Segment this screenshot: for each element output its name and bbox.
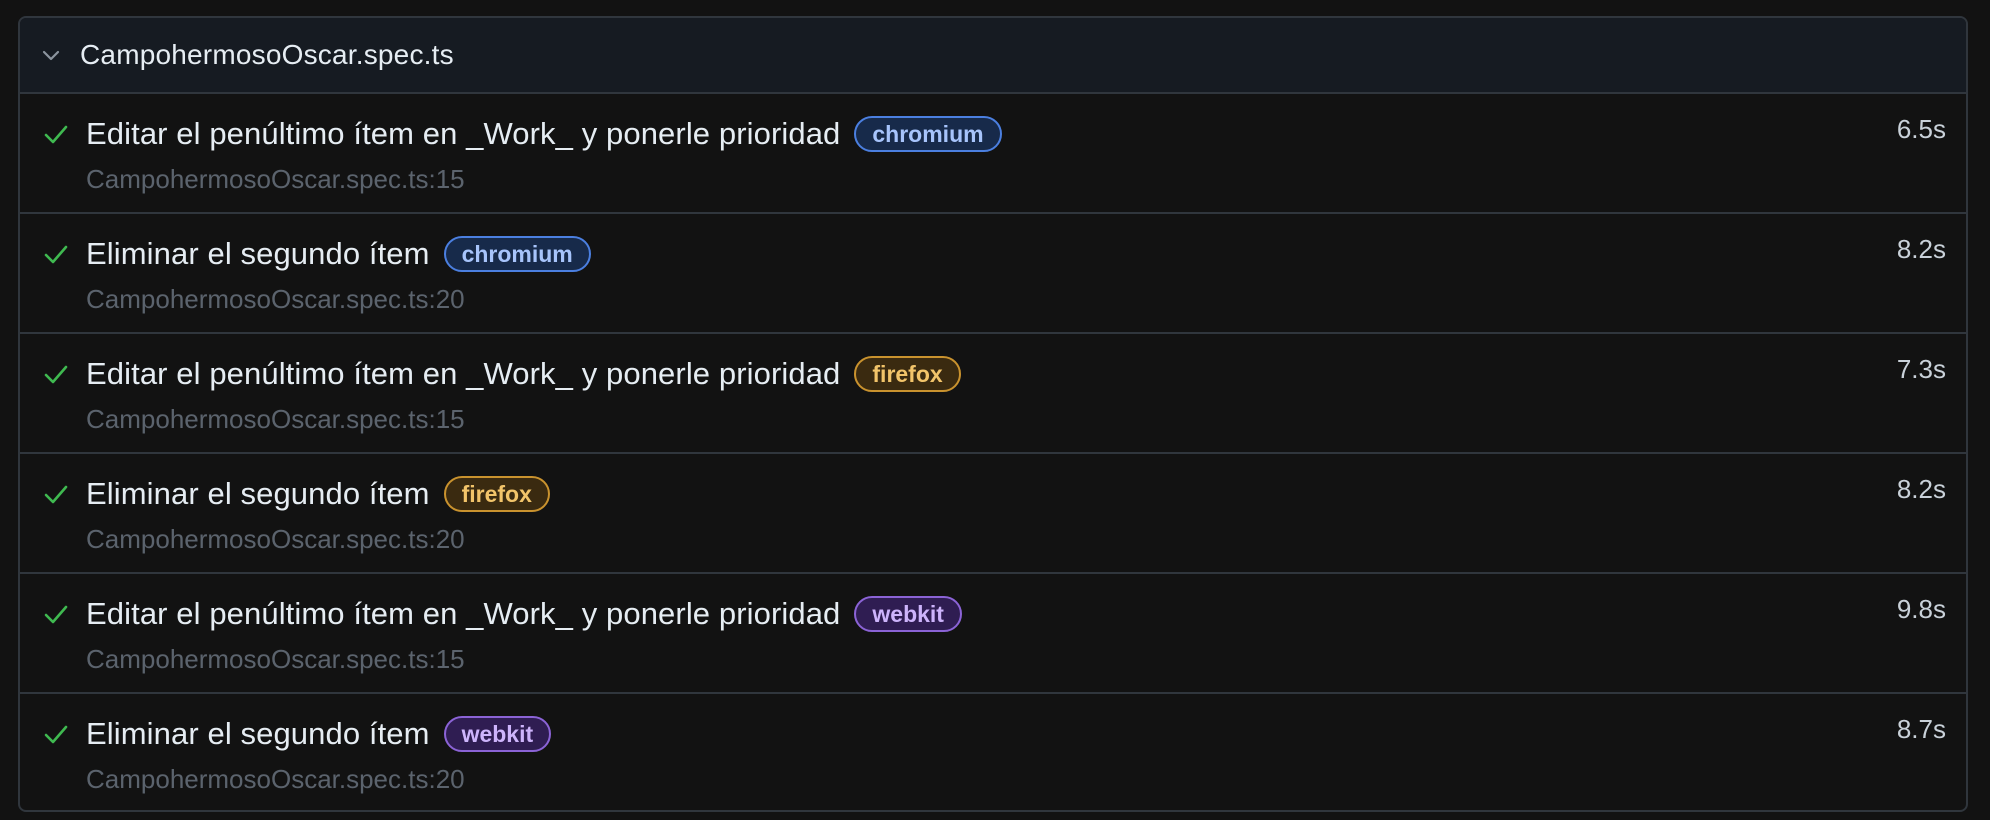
test-title-line: Editar el penúltimo ítem en _Work_ y pon…	[86, 352, 961, 396]
check-icon	[42, 720, 70, 748]
test-row[interactable]: Editar el penúltimo ítem en _Work_ y pon…	[20, 334, 1966, 454]
test-location: CampohermosoOscar.spec.ts:20	[86, 284, 465, 314]
test-duration: 9.8s	[1896, 594, 1946, 624]
project-badge-webkit[interactable]: webkit	[854, 596, 962, 632]
test-title[interactable]: Eliminar el segundo ítem	[86, 236, 430, 272]
project-badge-firefox[interactable]: firefox	[854, 356, 961, 392]
test-location: CampohermosoOscar.spec.ts:20	[86, 524, 465, 554]
check-icon	[42, 240, 70, 268]
test-row[interactable]: Editar el penúltimo ítem en _Work_ y pon…	[20, 94, 1966, 214]
test-title-line: Eliminar el segundo ítem webkit	[86, 712, 552, 756]
test-title-line: Eliminar el segundo ítem firefox	[86, 472, 550, 516]
test-location: CampohermosoOscar.spec.ts:15	[86, 404, 465, 434]
test-title-line: Eliminar el segundo ítem chromium	[86, 232, 591, 276]
test-location: CampohermosoOscar.spec.ts:20	[86, 764, 465, 794]
test-suite: CampohermosoOscar.spec.ts Editar el penú…	[18, 16, 1968, 812]
test-duration: 8.2s	[1896, 474, 1946, 504]
test-row[interactable]: Eliminar el segundo ítem webkit Campoher…	[20, 694, 1966, 810]
chevron-down-icon[interactable]	[40, 44, 62, 66]
test-row[interactable]: Editar el penúltimo ítem en _Work_ y pon…	[20, 574, 1966, 694]
test-duration: 8.2s	[1896, 234, 1946, 264]
test-title[interactable]: Editar el penúltimo ítem en _Work_ y pon…	[86, 596, 840, 632]
test-row[interactable]: Eliminar el segundo ítem firefox Campohe…	[20, 454, 1966, 574]
test-location: CampohermosoOscar.spec.ts:15	[86, 164, 465, 194]
test-title[interactable]: Eliminar el segundo ítem	[86, 716, 430, 752]
suite-header[interactable]: CampohermosoOscar.spec.ts	[20, 18, 1966, 94]
test-title-line: Editar el penúltimo ítem en _Work_ y pon…	[86, 592, 962, 636]
project-badge-webkit[interactable]: webkit	[443, 716, 552, 752]
check-icon	[42, 360, 70, 388]
test-title[interactable]: Editar el penúltimo ítem en _Work_ y pon…	[86, 356, 840, 392]
test-title[interactable]: Eliminar el segundo ítem	[86, 476, 430, 512]
project-badge-chromium[interactable]: chromium	[443, 236, 591, 272]
test-duration: 7.3s	[1896, 354, 1946, 384]
test-location: CampohermosoOscar.spec.ts:15	[86, 644, 465, 674]
check-icon	[42, 480, 70, 508]
test-duration: 8.7s	[1896, 714, 1946, 744]
test-title[interactable]: Editar el penúltimo ítem en _Work_ y pon…	[86, 116, 840, 152]
check-icon	[42, 600, 70, 628]
test-duration: 6.5s	[1896, 114, 1946, 144]
project-badge-chromium[interactable]: chromium	[854, 116, 1002, 152]
check-icon	[42, 120, 70, 148]
test-row[interactable]: Eliminar el segundo ítem chromium Campoh…	[20, 214, 1966, 334]
test-title-line: Editar el penúltimo ítem en _Work_ y pon…	[86, 112, 1002, 156]
project-badge-firefox[interactable]: firefox	[443, 476, 550, 512]
suite-file-name: CampohermosoOscar.spec.ts	[80, 39, 454, 70]
